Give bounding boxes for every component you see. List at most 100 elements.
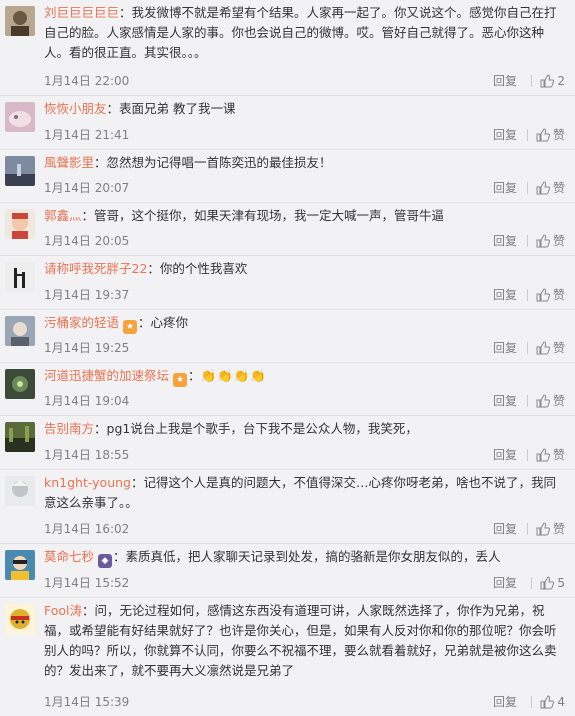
comment-time: 1月14日 19:04: [44, 394, 130, 408]
like-count: 5: [557, 576, 565, 590]
comment-item: 刘巨巨巨巨巨：我发微博不就是希望有个结果。人家再一起了。你又说这个。感觉你自己在…: [0, 0, 575, 96]
thumbs-up-icon: [536, 234, 550, 248]
like-button[interactable]: 赞: [519, 445, 565, 465]
divider: [531, 696, 533, 708]
comment-text: 你的个性我喜欢: [159, 261, 248, 276]
thumbs-up-icon: [536, 341, 550, 355]
comment-time: 1月14日 15:39: [44, 695, 130, 709]
like-button[interactable]: 赞: [519, 125, 565, 145]
like-count: 赞: [552, 522, 565, 536]
reply-button[interactable]: 回复: [493, 445, 517, 465]
thumbs-up-icon: [540, 74, 555, 88]
comment-time: 1月14日 20:05: [44, 234, 130, 248]
comment-item: 告别南方：pg1说台上我是个歌手，台下我不是公众人物，我笑死， 1月14日 18…: [0, 416, 575, 470]
reply-button[interactable]: 回复: [493, 692, 517, 712]
like-button[interactable]: 2: [523, 71, 565, 91]
thumbs-up-icon: [540, 576, 555, 590]
like-button[interactable]: 赞: [519, 231, 565, 251]
divider: [531, 577, 533, 589]
like-button[interactable]: 4: [523, 692, 565, 712]
comment-username[interactable]: 河道迅捷蟹的加速祭坛: [44, 368, 169, 383]
like-count: 赞: [552, 394, 565, 408]
reply-button[interactable]: 回复: [493, 573, 517, 593]
avatar[interactable]: [5, 262, 35, 292]
comment-time: 1月14日 19:25: [44, 341, 130, 355]
comment-username[interactable]: 風聲影里: [44, 155, 94, 170]
comment-username[interactable]: 刘巨巨巨巨巨: [44, 5, 119, 20]
vip-badge-icon: ◆: [98, 554, 113, 568]
avatar[interactable]: [5, 102, 35, 132]
avatar[interactable]: [5, 604, 35, 634]
thumbs-up-icon: [536, 522, 550, 536]
thumbs-up-icon: [536, 128, 550, 142]
like-count: 赞: [552, 234, 565, 248]
comment-item: kn1ght-young：记得这个人是真的问题大，不值得深交…心疼你呀老弟，啥也…: [0, 470, 575, 544]
avatar[interactable]: [5, 316, 35, 346]
like-count: 赞: [552, 181, 565, 195]
avatar[interactable]: [5, 422, 35, 452]
comment-username[interactable]: 恢恢小朋友: [44, 101, 107, 116]
comment-item: 请称呼我死胖子22：你的个性我喜欢 1月14日 19:37 回复 赞: [0, 256, 575, 310]
like-button[interactable]: 赞: [519, 391, 565, 411]
comment-time: 1月14日 18:55: [44, 448, 130, 462]
like-count: 2: [557, 74, 565, 88]
divider: [526, 342, 528, 354]
thumbs-up-icon: [536, 448, 550, 462]
comment-item: 污桶家的轻语 ★ ：心疼你 1月14日 19:25 回复 赞: [0, 310, 575, 363]
comment-item: 郭鑫灬：管哥，这个挺你，如果天津有现场，我一定大喊一声，管哥牛逼 1月14日 2…: [0, 203, 575, 256]
thumbs-up-icon: [540, 695, 555, 709]
comment-username[interactable]: 莫命七秒: [44, 549, 94, 564]
comment-text: 👏👏👏👏: [200, 368, 267, 383]
avatar[interactable]: [5, 209, 35, 239]
thumbs-up-icon: [536, 288, 550, 302]
comment-time: 1月14日 20:07: [44, 181, 130, 195]
comment-time: 1月14日 21:41: [44, 128, 130, 142]
divider: [526, 129, 528, 141]
comment-time: 1月14日 22:00: [44, 74, 130, 88]
avatar[interactable]: [5, 156, 35, 186]
comment-username[interactable]: 告别南方: [44, 421, 94, 436]
divider: [526, 289, 528, 301]
like-button[interactable]: 赞: [519, 338, 565, 358]
reply-button[interactable]: 回复: [493, 71, 517, 91]
comment-username[interactable]: 污桶家的轻语: [44, 315, 119, 330]
comment-username[interactable]: 郭鑫灬: [44, 208, 82, 223]
comment-username[interactable]: Fool涛: [44, 603, 82, 618]
like-count: 4: [557, 695, 565, 709]
like-button[interactable]: 5: [523, 573, 565, 593]
comment-text: 管哥，这个挺你，如果天津有现场，我一定大喊一声，管哥牛逼: [94, 208, 445, 223]
comment-username[interactable]: kn1ght-young: [44, 475, 131, 490]
comment-text: 忽然想为记得唱一首陈奕迅的最佳损友！: [106, 155, 332, 170]
comment-text: 问，无论过程如何，感情这东西没有道理可讲，人家既然选择了，你作为兄弟，祝福，或希…: [44, 603, 557, 678]
divider: [526, 182, 528, 194]
like-count: 赞: [552, 128, 565, 142]
divider: [526, 395, 528, 407]
comment-time: 1月14日 15:52: [44, 576, 130, 590]
avatar[interactable]: [5, 476, 35, 506]
reply-button[interactable]: 回复: [493, 519, 517, 539]
comment-username[interactable]: 请称呼我死胖子22: [44, 261, 147, 276]
comment-time: 1月14日 19:37: [44, 288, 130, 302]
like-button[interactable]: 赞: [519, 519, 565, 539]
like-button[interactable]: 赞: [519, 178, 565, 198]
reply-button[interactable]: 回复: [493, 285, 517, 305]
comment-time: 1月14日 16:02: [44, 522, 130, 536]
comment-text: 表面兄弟 教了我一课: [119, 101, 236, 116]
comment-text: 素质真低，把人家聊天记录到处发，搞的骆新是你女朋友似的，丢人: [125, 549, 501, 564]
reply-button[interactable]: 回复: [493, 178, 517, 198]
avatar[interactable]: [5, 369, 35, 399]
thumbs-up-icon: [536, 394, 550, 408]
comment-text: pg1说台上我是个歌手，台下我不是公众人物，我笑死，: [106, 421, 418, 436]
divider: [526, 523, 528, 535]
comment-text: 心疼你: [150, 315, 189, 330]
comment-list: 刘巨巨巨巨巨：我发微博不就是希望有个结果。人家再一起了。你又说这个。感觉你自己在…: [0, 0, 575, 716]
divider: [531, 75, 533, 87]
reply-button[interactable]: 回复: [493, 338, 517, 358]
reply-button[interactable]: 回复: [493, 231, 517, 251]
avatar[interactable]: [5, 6, 35, 36]
like-button[interactable]: 赞: [519, 285, 565, 305]
reply-button[interactable]: 回复: [493, 125, 517, 145]
divider: [526, 235, 528, 247]
reply-button[interactable]: 回复: [493, 391, 517, 411]
avatar[interactable]: [5, 550, 35, 580]
